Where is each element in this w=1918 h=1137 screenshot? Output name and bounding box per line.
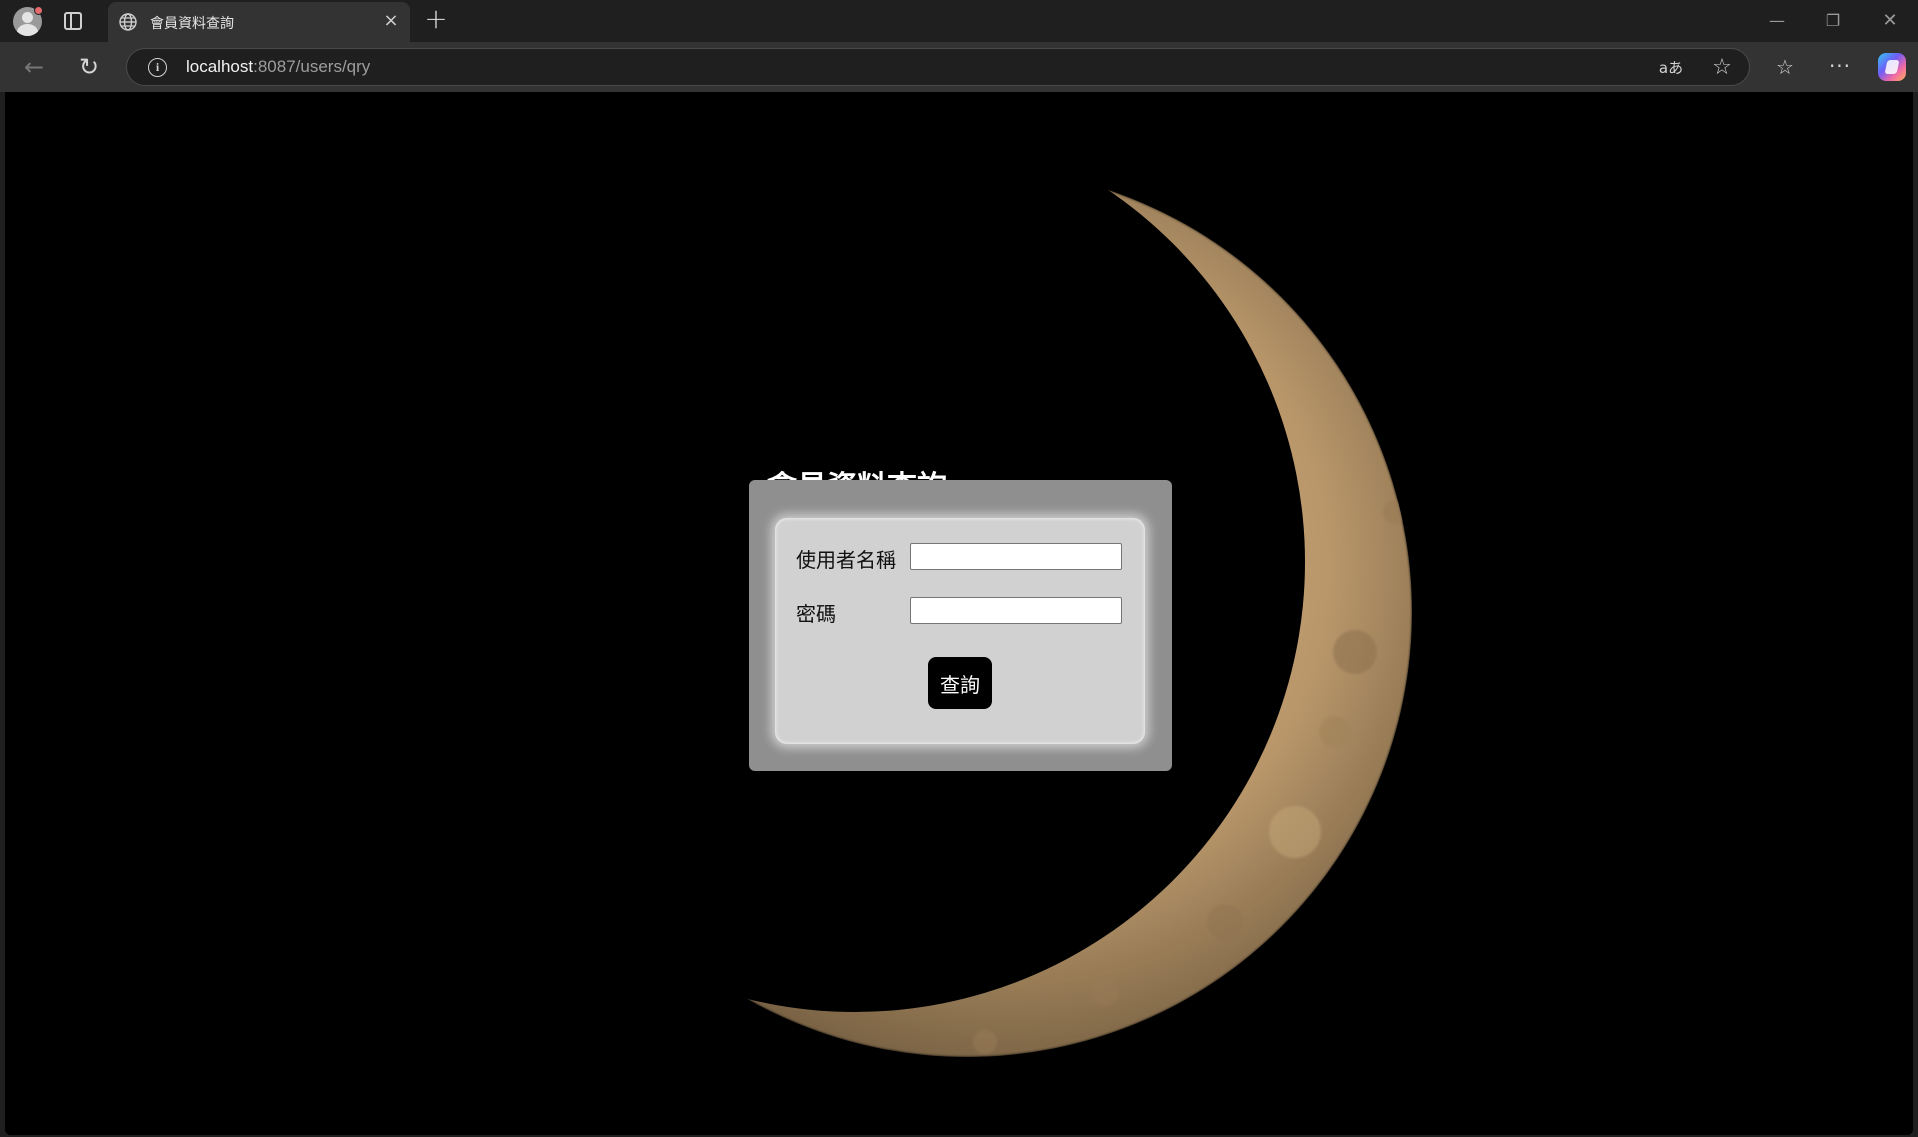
query-form: 使用者名稱 密碼 查詢 xyxy=(775,518,1145,744)
tab-active[interactable]: 會員資料查詢 × xyxy=(108,2,410,42)
window-close-icon[interactable]: ✕ xyxy=(1870,8,1910,34)
url-host: localhost xyxy=(186,57,254,76)
more-options-icon[interactable]: ··· xyxy=(1826,53,1854,81)
copilot-icon[interactable] xyxy=(1878,53,1906,81)
password-input[interactable] xyxy=(910,597,1122,624)
tab-title: 會員資料查詢 xyxy=(150,16,234,32)
new-tab-button[interactable]: + xyxy=(422,5,450,34)
info-icon[interactable]: i xyxy=(148,58,167,77)
globe-icon xyxy=(119,13,137,31)
query-button[interactable]: 查詢 xyxy=(928,657,992,709)
url-path: :8087/users/qry xyxy=(253,57,371,76)
star-icon[interactable]: ☆ xyxy=(1709,56,1735,80)
profile-notification-badge xyxy=(34,6,43,15)
username-input[interactable] xyxy=(910,543,1122,570)
tab-actions-icon[interactable] xyxy=(64,12,82,30)
restore-icon[interactable]: ❐ xyxy=(1813,8,1853,34)
query-form-panel: 使用者名稱 密碼 查詢 xyxy=(749,480,1172,771)
reload-icon[interactable]: ↻ xyxy=(75,54,103,82)
tab-strip: 會員資料查詢 × + — ❐ ✕ xyxy=(0,0,1918,42)
page-viewport: 會員資料查詢 使用者名稱 密碼 查詢 xyxy=(5,92,1913,1135)
read-aloud-icon[interactable]: aあ xyxy=(1657,57,1685,79)
favorites-icon[interactable]: ☆ xyxy=(1771,53,1799,81)
address-bar[interactable]: i localhost:8087/users/qry aあ ☆ xyxy=(126,48,1750,86)
username-label: 使用者名稱 xyxy=(796,548,896,572)
minimize-icon[interactable]: — xyxy=(1757,8,1797,34)
tab-close-icon[interactable]: × xyxy=(380,10,402,32)
browser-window: 會員資料查詢 × + — ❐ ✕ ← ↻ i localhost:8087/us… xyxy=(0,0,1918,1137)
password-label: 密碼 xyxy=(796,602,836,626)
back-arrow-icon[interactable]: ← xyxy=(20,54,48,82)
url-text[interactable]: localhost:8087/users/qry xyxy=(186,57,370,77)
browser-toolbar: ← ↻ i localhost:8087/users/qry aあ ☆ ☆ ··… xyxy=(0,42,1918,92)
